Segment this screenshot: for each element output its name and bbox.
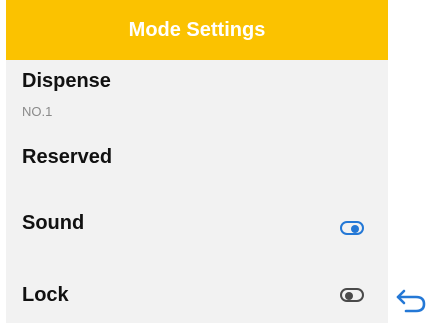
settings-panel: Mode Settings Dispense NO.1 Reserved Sou… — [6, 0, 388, 323]
lock-toggle[interactable] — [340, 288, 364, 302]
reserved-label: Reserved — [22, 146, 113, 168]
lock-label: Lock — [22, 284, 69, 306]
sound-toggle-knob — [351, 225, 359, 233]
back-icon[interactable] — [394, 284, 428, 314]
dispense-value: NO.1 — [22, 104, 53, 119]
sound-label: Sound — [22, 212, 85, 234]
sound-toggle[interactable] — [340, 221, 364, 235]
menu-item-dispense[interactable]: Dispense NO.1 — [6, 60, 388, 136]
menu-item-reserved[interactable]: Reserved — [6, 136, 388, 196]
page-title: Mode Settings — [128, 18, 266, 41]
header-bar: Mode Settings — [6, 0, 388, 60]
menu-item-sound[interactable]: Sound — [6, 196, 388, 260]
dispense-label: Dispense — [22, 70, 111, 92]
menu-item-lock[interactable]: Lock — [6, 260, 388, 323]
lock-toggle-knob — [345, 292, 353, 300]
